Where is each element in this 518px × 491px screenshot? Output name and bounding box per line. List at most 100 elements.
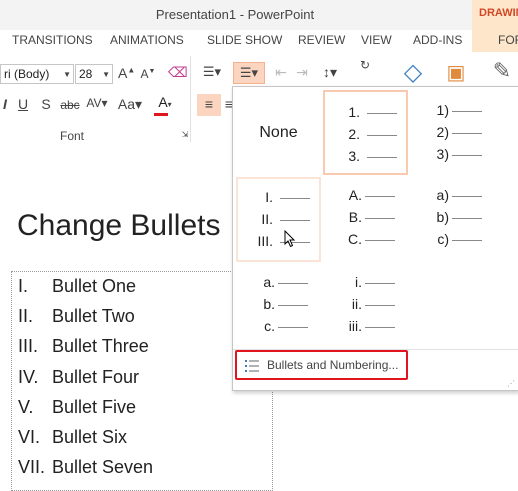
slide-title[interactable]: Change Bullets	[17, 209, 220, 243]
bullets-and-numbering-label: Bullets and Numbering...	[267, 358, 399, 372]
list-item: C.	[323, 231, 408, 251]
bullets-icon[interactable]: ☰▾	[200, 64, 224, 80]
marker: 1.	[348, 104, 360, 120]
tab-format[interactable]: FOR	[498, 33, 518, 47]
marker: II.	[261, 211, 273, 227]
arrange-icon[interactable]: ▣	[442, 60, 470, 88]
list-item: c.	[236, 318, 321, 338]
group-divider	[190, 56, 191, 142]
list-item: I.	[238, 189, 319, 209]
marker: iii.	[348, 318, 362, 334]
strikethrough-icon[interactable]: abc	[60, 98, 80, 112]
title-bar: Presentation1 - PowerPoint DRAWIN	[0, 0, 518, 30]
list-item: A.	[323, 187, 408, 207]
align-left-icon[interactable]: ≡	[197, 94, 221, 116]
marker: b.	[263, 296, 275, 312]
list-item: 2.	[325, 126, 406, 146]
line-spacing-icon[interactable]: ↕▾	[318, 64, 342, 81]
bullets-and-numbering-menu-item[interactable]: Bullets and Numbering...	[235, 350, 408, 380]
marker: a.	[263, 274, 275, 290]
list-item: III.	[238, 233, 319, 253]
change-case-icon[interactable]: Aa▾	[116, 96, 144, 113]
list-item: II.	[238, 211, 319, 231]
font-color-icon[interactable]: A▾	[152, 94, 178, 116]
marker: 3)	[436, 146, 449, 162]
marker: 3.	[348, 148, 360, 164]
list-item: a.	[236, 274, 321, 294]
none-label: None	[259, 124, 298, 141]
resize-grip-icon[interactable]: ⋰	[507, 379, 515, 388]
tab-transitions[interactable]: TRANSITIONS	[12, 33, 93, 47]
bullet-number: II.	[18, 306, 34, 326]
grow-font-icon[interactable]: A▲	[118, 65, 135, 81]
drawing-context-label: DRAWIN	[479, 7, 518, 19]
bullet-text: Bullet Six	[52, 427, 128, 447]
shrink-font-icon[interactable]: A▼	[140, 67, 156, 81]
bullet-text: Bullet Seven	[52, 457, 154, 477]
bullet-text: Bullet Two	[52, 306, 135, 326]
bullet-number: III.	[18, 336, 39, 356]
list-item: 2)	[410, 124, 495, 144]
numbering-option-roman-lower[interactable]: i. ii. iii.	[323, 264, 408, 349]
numbering-option-numeric-paren[interactable]: 1) 2) 3)	[410, 90, 495, 175]
window-title: Presentation1 - PowerPoint	[155, 7, 315, 22]
character-spacing-icon[interactable]: AV▾	[84, 96, 110, 110]
marker: c.	[264, 318, 275, 334]
list-item: i.	[323, 274, 408, 294]
text-direction-icon[interactable]: ↻	[354, 58, 376, 72]
tab-slide-show[interactable]: SLIDE SHOW	[207, 33, 282, 47]
bullet-text: Bullet Three	[52, 336, 149, 356]
font-name-box[interactable]: ri (Body) ▼	[0, 64, 74, 84]
bullet-text: Bullet One	[52, 276, 137, 296]
numbering-icon[interactable]: ☰▾	[233, 62, 265, 84]
numbering-option-roman-upper[interactable]: I. II. III.	[236, 177, 321, 262]
font-size-value: 28	[79, 67, 93, 81]
marker: i.	[355, 274, 362, 290]
marker: 2)	[436, 124, 449, 140]
italic-icon[interactable]: I	[0, 96, 10, 112]
clear-formatting-icon[interactable]: ⌫	[168, 64, 188, 81]
increase-indent-icon[interactable]: ⇥	[293, 64, 311, 81]
bullet-number: I.	[18, 276, 29, 296]
shapes-icon[interactable]: ◇	[398, 58, 428, 88]
numbering-option-alpha-upper[interactable]: A. B. C.	[323, 177, 408, 262]
tab-animations[interactable]: ANIMATIONS	[110, 33, 184, 47]
bullet-number: VII.	[18, 457, 46, 477]
list-item: 3.	[325, 148, 406, 168]
font-size-box[interactable]: 28 ▼	[75, 64, 113, 84]
ribbon-tabs: TRANSITIONS ANIMATIONS SLIDE SHOW REVIEW…	[0, 30, 518, 52]
tab-view[interactable]: VIEW	[361, 33, 392, 47]
list-item: 1.	[325, 104, 406, 124]
chevron-down-icon: ▼	[63, 70, 71, 79]
bullet-text: Bullet Four	[52, 367, 140, 387]
shadow-icon[interactable]: S	[40, 96, 52, 112]
underline-icon[interactable]: U	[17, 96, 29, 112]
tab-add-ins[interactable]: ADD-INS	[413, 33, 462, 47]
marker: 2.	[348, 126, 360, 142]
mouse-cursor-icon	[284, 230, 296, 248]
list-item: 3)	[410, 146, 495, 166]
numbering-option-alpha-lower-period[interactable]: a. b. c.	[236, 264, 321, 349]
tab-review[interactable]: REVIEW	[298, 33, 345, 47]
numbering-gallery: None 1. 2. 3. 1) 2) 3) I. II. III. A. B.…	[232, 86, 518, 391]
list-item: iii.	[323, 318, 408, 338]
list-item: ii.	[323, 296, 408, 316]
list-item: b.	[236, 296, 321, 316]
marker: ii.	[351, 296, 362, 312]
marker: b)	[436, 209, 449, 225]
marker: III.	[257, 233, 273, 249]
bullet-number: VI.	[18, 427, 41, 447]
marker: A.	[348, 187, 362, 203]
numbering-option-alpha-lower-paren[interactable]: a) b) c)	[410, 177, 495, 262]
list-item: c)	[410, 231, 495, 251]
numbering-option-numeric-period[interactable]: 1. 2. 3.	[323, 90, 408, 175]
numbering-option-none[interactable]: None	[236, 90, 321, 175]
dialog-launcher-icon[interactable]: ⇲	[180, 130, 190, 139]
list-item: a)	[410, 187, 495, 207]
marker: c)	[437, 231, 449, 247]
list-item: 1)	[410, 102, 495, 122]
marker: B.	[348, 209, 362, 225]
decrease-indent-icon[interactable]: ⇤	[272, 64, 290, 81]
marker: a)	[436, 187, 449, 203]
bullet-number: V.	[18, 397, 34, 417]
